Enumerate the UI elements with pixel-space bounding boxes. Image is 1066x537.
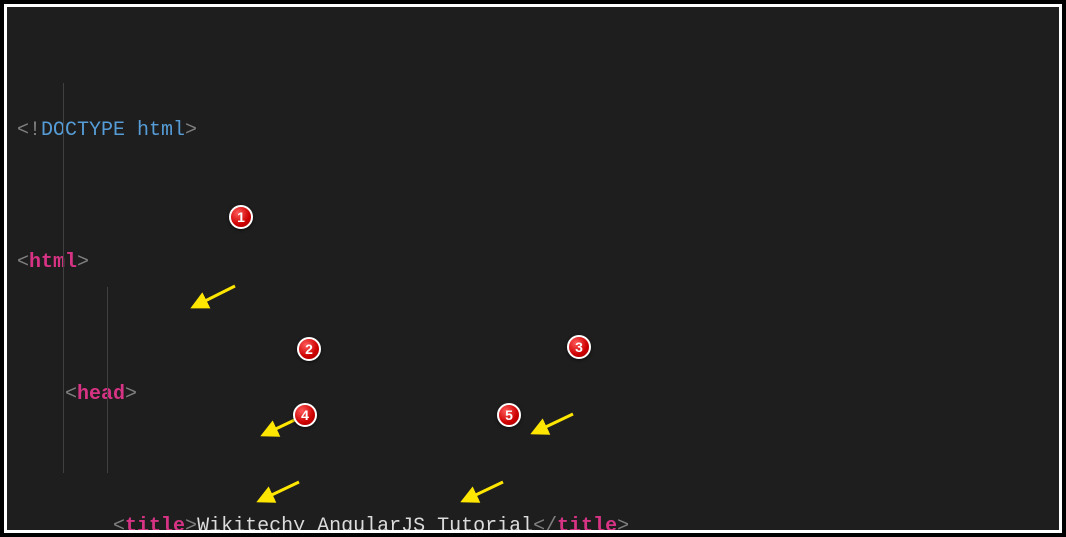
annotation-arrow [457,411,495,431]
annotation-arrow [187,217,225,237]
code-line: <title>Wikitechy AngularJS Tutorial</tit… [17,510,1049,533]
indent-guide [107,287,108,473]
code-line: <!DOCTYPE html> [17,114,1049,147]
annotation-arrow [257,345,295,365]
annotation-marker-3: 3 [567,335,591,359]
annotation-marker-4: 4 [293,403,317,427]
code-block: <!DOCTYPE html> <html> <head> <title>Wik… [4,4,1062,533]
annotation-marker-1: 1 [229,205,253,229]
code-line: <html> [17,246,1049,279]
annotation-marker-2: 2 [297,337,321,361]
annotation-arrow [527,343,565,363]
annotation-arrow [253,411,291,431]
annotation-marker-5: 5 [497,403,521,427]
indent-guide [63,83,64,473]
